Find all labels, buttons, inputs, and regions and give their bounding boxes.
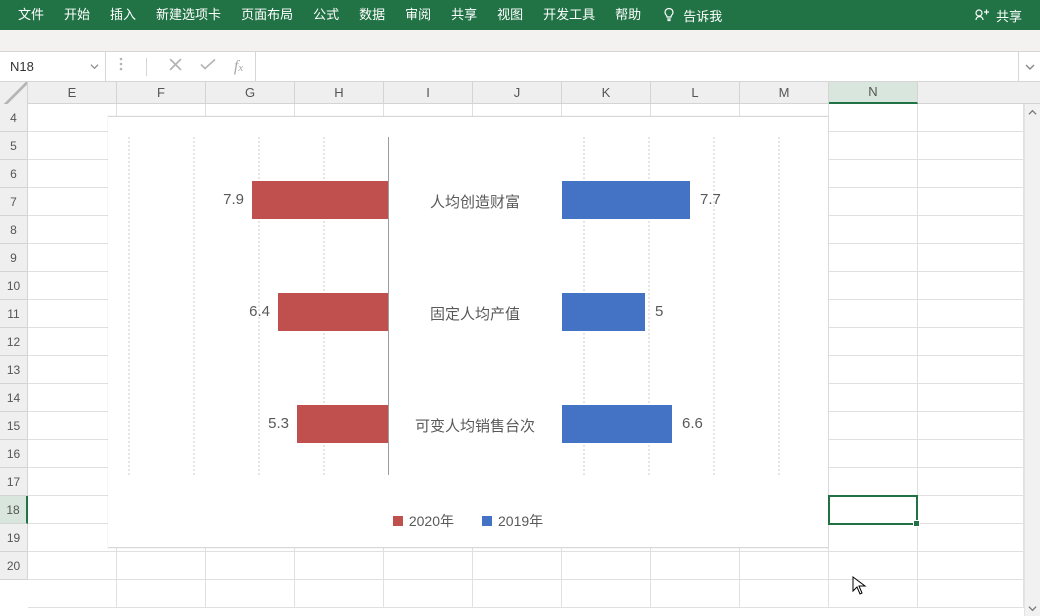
col-head-H[interactable]: H	[295, 82, 384, 103]
col-head-G[interactable]: G	[206, 82, 295, 103]
chart-axis-vertical	[388, 137, 389, 475]
row-head-9[interactable]: 9	[0, 244, 27, 272]
bar-2019-0	[562, 181, 690, 219]
formula-controls: fx	[106, 52, 256, 81]
formula-expand[interactable]	[1018, 52, 1040, 81]
ribbon-tab-file[interactable]: 文件	[0, 0, 54, 30]
formula-input[interactable]	[264, 58, 1010, 75]
row-head-5[interactable]: 5	[0, 132, 27, 160]
col-head-tail[interactable]	[918, 82, 1040, 103]
ribbon-tab-data[interactable]: 数据	[349, 0, 395, 30]
col-head-J[interactable]: J	[473, 82, 562, 103]
bar-2020-0	[252, 181, 388, 219]
ribbon-tab-formulas[interactable]: 公式	[303, 0, 349, 30]
row-head-17[interactable]: 17	[0, 468, 27, 496]
tell-me[interactable]: 告诉我	[651, 0, 732, 30]
bar-2019-1	[562, 293, 645, 331]
row-head-15[interactable]: 15	[0, 412, 27, 440]
share-label: 共享	[996, 6, 1022, 25]
column-headers: E F G H I J K L M N	[0, 82, 1040, 104]
chart-inner: 7.9 人均创造财富 7.7 6.4 固定人均产值 5 5.3 可变人均销售台次…	[108, 117, 828, 547]
select-all-corner[interactable]	[0, 82, 28, 104]
row-head-7[interactable]: 7	[0, 188, 27, 216]
row-head-10[interactable]: 10	[0, 272, 27, 300]
cat-label-2: 可变人均销售台次	[390, 415, 560, 436]
col-head-I[interactable]: I	[384, 82, 473, 103]
ribbon-tab-share[interactable]: 共享	[441, 0, 487, 30]
legend-swatch-2020	[393, 516, 403, 526]
row-head-14[interactable]: 14	[0, 384, 27, 412]
sheet-area: E F G H I J K L M N 4 5 6 7 8 9 10 11 12…	[0, 82, 1040, 616]
scroll-up-icon[interactable]	[1025, 104, 1040, 120]
name-box[interactable]: N18	[0, 52, 106, 81]
share-icon	[972, 6, 990, 24]
ribbon-tab-insert[interactable]: 插入	[100, 0, 146, 30]
chart-object[interactable]: 7.9 人均创造财富 7.7 6.4 固定人均产值 5 5.3 可变人均销售台次…	[108, 116, 828, 548]
lightbulb-icon	[661, 7, 677, 23]
col-head-M[interactable]: M	[740, 82, 829, 103]
row-head-12[interactable]: 12	[0, 328, 27, 356]
fx-icon[interactable]: fx	[234, 58, 243, 76]
legend-item-2019[interactable]: 2019年	[482, 511, 543, 531]
bar-2019-2	[562, 405, 672, 443]
legend-swatch-2019	[482, 516, 492, 526]
cat-label-1: 固定人均产值	[390, 303, 560, 324]
tell-me-label: 告诉我	[683, 6, 722, 25]
val-2020-1: 6.4	[249, 303, 270, 320]
scroll-down-icon[interactable]	[1025, 600, 1040, 616]
name-box-value: N18	[10, 59, 34, 74]
col-head-K[interactable]: K	[562, 82, 651, 103]
val-2020-2: 5.3	[268, 415, 289, 432]
ribbon-tab-home[interactable]: 开始	[54, 0, 100, 30]
ribbon-tab-developer[interactable]: 开发工具	[533, 0, 605, 30]
app-root: { "ribbon": { "tabs": ["文件", "开始", "插入",…	[0, 0, 1040, 616]
legend-item-2020[interactable]: 2020年	[393, 511, 454, 531]
formula-bar: N18 fx	[0, 52, 1040, 82]
ribbon-tab-review[interactable]: 审阅	[395, 0, 441, 30]
cat-label-0: 人均创造财富	[390, 191, 560, 212]
row-head-13[interactable]: 13	[0, 356, 27, 384]
bar-2020-1	[278, 293, 388, 331]
ribbon-tab-view[interactable]: 视图	[487, 0, 533, 30]
val-2019-2: 6.6	[682, 415, 703, 432]
col-head-F[interactable]: F	[117, 82, 206, 103]
cancel-icon[interactable]	[169, 58, 182, 76]
col-head-E[interactable]: E	[28, 82, 117, 103]
row-head-19[interactable]: 19	[0, 524, 27, 552]
separator	[146, 58, 147, 76]
legend-label-2020: 2020年	[409, 511, 454, 531]
formula-input-wrap	[256, 52, 1018, 81]
ribbon-toolstrip	[0, 30, 1040, 52]
row-head-18[interactable]: 18	[0, 496, 28, 524]
ribbon-tab-pagelayout[interactable]: 页面布局	[231, 0, 303, 30]
val-2020-0: 7.9	[223, 191, 244, 208]
row-head-4[interactable]: 4	[0, 104, 27, 132]
share-button[interactable]: 共享	[962, 0, 1040, 30]
chart-legend: 2020年 2019年	[108, 511, 828, 531]
row-head-20[interactable]: 20	[0, 552, 27, 580]
more-icon[interactable]	[118, 56, 124, 77]
row-head-8[interactable]: 8	[0, 216, 27, 244]
col-head-L[interactable]: L	[651, 82, 740, 103]
row-head-6[interactable]: 6	[0, 160, 27, 188]
val-2019-1: 5	[655, 303, 663, 320]
ribbon-tab-help[interactable]: 帮助	[605, 0, 651, 30]
chevron-down-icon	[90, 59, 99, 74]
confirm-icon[interactable]	[200, 58, 216, 76]
legend-label-2019: 2019年	[498, 511, 543, 531]
ribbon: 文件 开始 插入 新建选项卡 页面布局 公式 数据 审阅 共享 视图 开发工具 …	[0, 0, 1040, 30]
row-headers: 4 5 6 7 8 9 10 11 12 13 14 15 16 17 18 1…	[0, 104, 28, 580]
ribbon-tab-newtab[interactable]: 新建选项卡	[146, 0, 231, 30]
vertical-scrollbar[interactable]	[1024, 104, 1040, 616]
col-head-N[interactable]: N	[829, 82, 918, 104]
row-head-11[interactable]: 11	[0, 300, 27, 328]
bar-2020-2	[297, 405, 388, 443]
val-2019-0: 7.7	[700, 191, 721, 208]
row-head-16[interactable]: 16	[0, 440, 27, 468]
